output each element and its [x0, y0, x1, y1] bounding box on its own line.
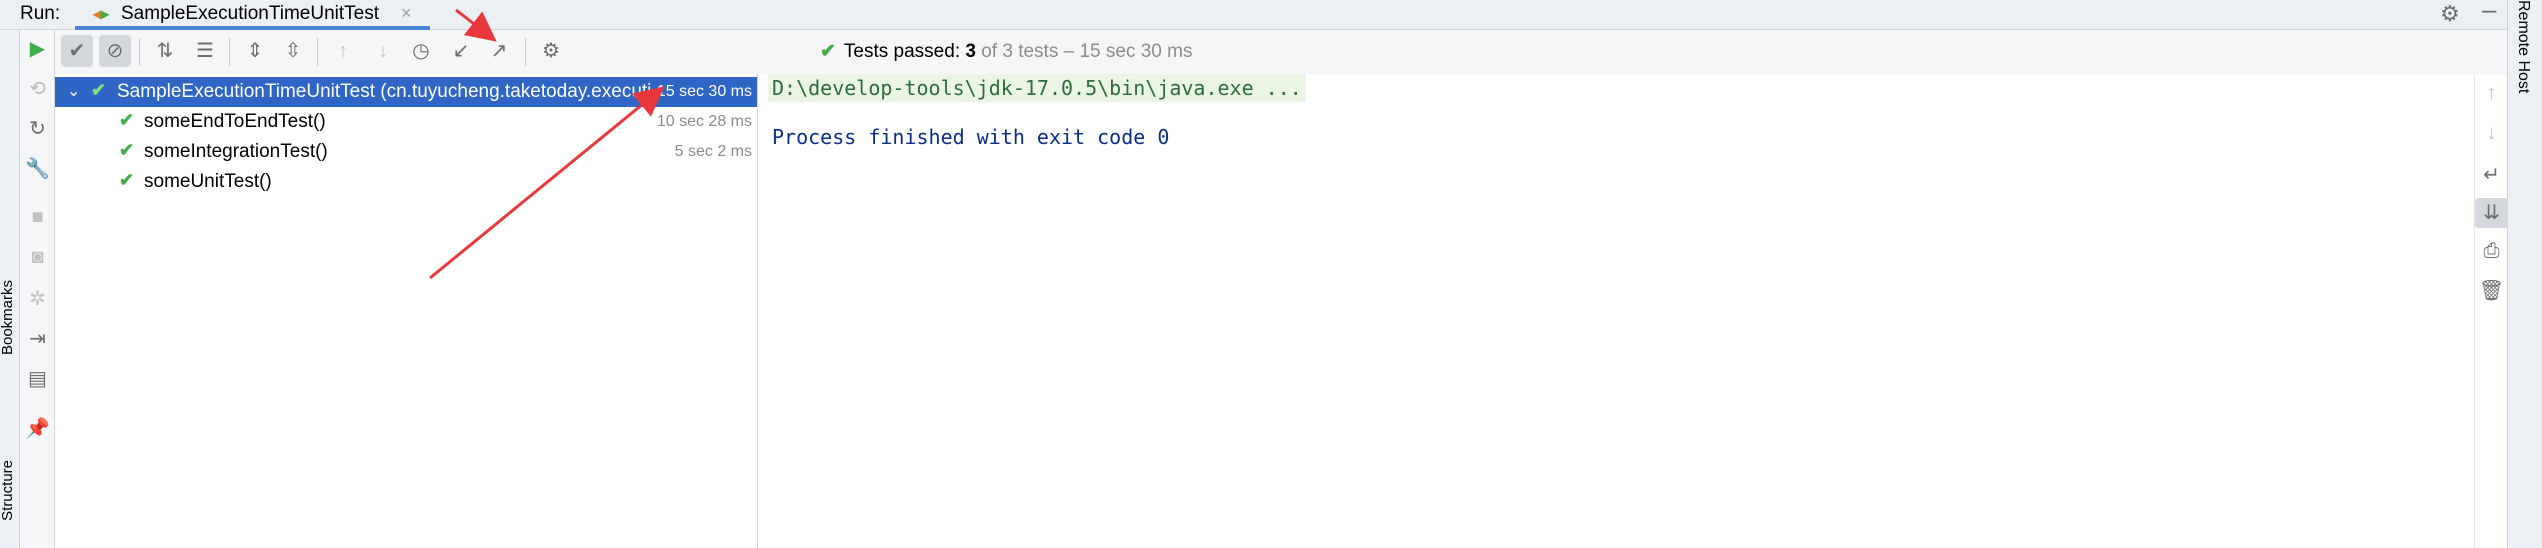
sort-by-duration-icon[interactable]: ☰	[189, 35, 221, 67]
minimize-icon[interactable]: –	[2482, 0, 2496, 25]
toolbar-separator	[139, 38, 140, 66]
expand-all-icon[interactable]: ⇕	[239, 35, 271, 67]
console-exit-message: Process finished with exit code 0	[772, 125, 1170, 149]
test-status: ✔ Tests passed: 3 of 3 tests – 15 sec 30 …	[820, 41, 1193, 62]
print-icon[interactable]: ⎙	[2475, 240, 2508, 263]
test-class-label: SampleExecutionTimeUnitTest (cn.tuyuchen…	[117, 81, 697, 102]
passed-check-icon: ✔	[119, 110, 135, 130]
test-method-label: someUnitTest()	[144, 171, 272, 192]
wrench-icon[interactable]: 🔧	[20, 156, 55, 181]
debug-icon[interactable]: ✲	[20, 286, 55, 311]
exit-icon[interactable]: ⇥	[20, 326, 55, 351]
test-method-label: someEndToEndTest()	[144, 111, 326, 132]
test-tree-item[interactable]: ✔ someIntegrationTest() 5 sec 2 ms	[55, 137, 757, 167]
test-method-label: someIntegrationTest()	[144, 141, 328, 162]
test-tree-item[interactable]: ✔ someUnitTest()	[55, 167, 757, 197]
gear-icon[interactable]: ⚙	[2440, 1, 2460, 27]
structure-tab[interactable]: Structure	[0, 460, 16, 521]
run-tool-window-header: Run: ◂▸ SampleExecutionTimeUnitTest × ⚙ …	[0, 0, 2542, 30]
test-tree: ⌄ ✔ SampleExecutionTimeUnitTest (cn.tuyu…	[55, 74, 758, 548]
layout-icon[interactable]: ▤	[20, 366, 55, 391]
test-config-icon: ◂▸	[93, 6, 110, 23]
test-toolbar: ✔ ⊘ ⇅ ☰ ⇕ ⇳ ↑ ↓ ◷ ↙ ↗ ⚙ ✔ Tests passed: 3…	[55, 30, 2507, 74]
rerun-failed-icon[interactable]: ⟲	[20, 76, 55, 101]
collapse-all-icon[interactable]: ⇳	[277, 35, 309, 67]
stop-icon[interactable]: ■	[20, 206, 55, 229]
trash-icon[interactable]: 🗑	[2475, 278, 2508, 303]
tab-title: SampleExecutionTimeUnitTest	[121, 3, 380, 24]
right-tool-strip: Remote Host	[2507, 0, 2542, 548]
show-passed-icon[interactable]: ✔	[61, 35, 93, 67]
console-output[interactable]: D:\develop-tools\jdk-17.0.5\bin\java.exe…	[758, 74, 2474, 548]
test-duration: 10 sec 28 ms	[656, 113, 752, 130]
console-toolbar: ↑ ↓ ↵ ⇊ ⎙ 🗑	[2474, 74, 2508, 548]
arrow-up-icon[interactable]: ↑	[2475, 82, 2508, 105]
remote-host-tab[interactable]: Remote Host	[2514, 0, 2532, 93]
chevron-down-icon[interactable]: ⌄	[67, 81, 80, 101]
left-tool-strip: Bookmarks Structure	[0, 30, 20, 548]
test-duration: 15 sec 30 ms	[652, 83, 752, 101]
tab-sample-execution-time-unit-test[interactable]: ◂▸ SampleExecutionTimeUnitTest ×	[75, 0, 430, 30]
show-ignored-icon[interactable]: ⊘	[99, 35, 131, 67]
test-tree-root[interactable]: ⌄ ✔ SampleExecutionTimeUnitTest (cn.tuyu…	[55, 77, 757, 107]
passed-check-icon: ✔	[91, 80, 107, 100]
close-icon[interactable]: ×	[401, 3, 412, 24]
soft-wrap-icon[interactable]: ↵	[2475, 162, 2508, 187]
import-tests-icon[interactable]: ↙	[445, 35, 477, 67]
passed-check-icon: ✔	[119, 140, 135, 160]
sort-alphabetically-icon[interactable]: ⇅	[149, 35, 181, 67]
arrow-down-icon[interactable]: ↓	[2475, 122, 2508, 145]
toolbar-separator	[229, 38, 230, 66]
settings-gear-icon[interactable]: ⚙	[535, 35, 567, 67]
test-duration: 5 sec 2 ms	[674, 143, 752, 160]
check-icon: ✔	[820, 41, 836, 62]
toolbar-separator	[317, 38, 318, 66]
run-side-toolbar: ▶ ⟲ ↻ 🔧 ■ ◙ ✲ ⇥ ▤ 📌	[20, 30, 55, 548]
passed-check-icon: ✔	[119, 170, 135, 190]
next-failed-icon[interactable]: ↓	[367, 35, 399, 67]
test-tree-item[interactable]: ✔ someEndToEndTest() 10 sec 28 ms	[55, 107, 757, 137]
toolbar-separator	[525, 38, 526, 66]
test-history-icon[interactable]: ◷	[405, 35, 437, 67]
toggle-auto-test-icon[interactable]: ↻	[20, 116, 55, 141]
rerun-icon[interactable]: ▶	[20, 36, 55, 61]
camera-icon[interactable]: ◙	[20, 246, 55, 269]
run-label: Run:	[20, 3, 61, 24]
bookmarks-tab[interactable]: Bookmarks	[0, 280, 16, 355]
export-results-icon[interactable]: ↗	[483, 35, 515, 67]
pin-icon[interactable]: 📌	[20, 416, 55, 441]
scroll-to-end-icon[interactable]: ⇊	[2475, 198, 2508, 228]
console-command-line[interactable]: D:\develop-tools\jdk-17.0.5\bin\java.exe…	[768, 74, 1306, 102]
previous-failed-icon[interactable]: ↑	[327, 35, 359, 67]
